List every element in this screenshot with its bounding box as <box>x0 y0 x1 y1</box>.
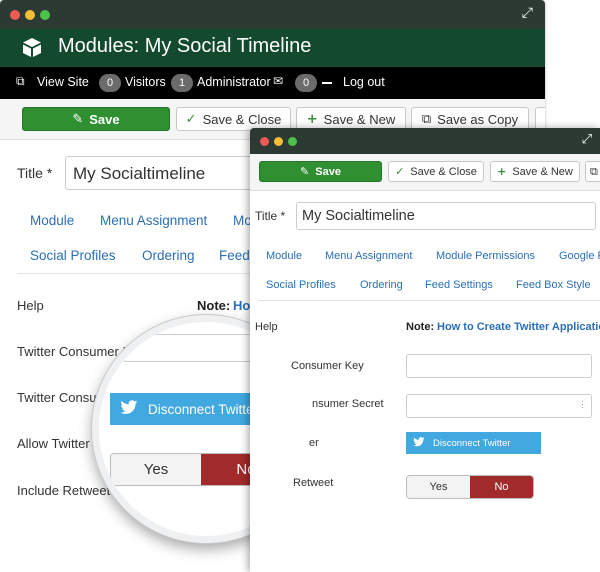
check-icon: ✓ <box>185 111 197 127</box>
minimize-dot[interactable] <box>25 10 35 20</box>
close-dot[interactable] <box>260 137 269 146</box>
tab-module[interactable]: Module <box>266 250 302 262</box>
plus-icon: + <box>497 165 507 178</box>
cube-icon <box>22 37 42 61</box>
title-label: Title * <box>17 165 53 181</box>
window-titlebar: ⤢ <box>0 0 545 29</box>
twitter-bird-icon <box>120 400 138 418</box>
save-button[interactable]: ✎ Save <box>22 107 170 131</box>
save-as-copy-button[interactable]: ⧉ <box>585 161 600 182</box>
allow-twitter-label: er <box>309 437 319 449</box>
resize-handle-icon: ⋮ <box>578 399 587 409</box>
admin-badge: 1 <box>171 74 193 92</box>
tabs-divider <box>17 273 252 274</box>
tab-menu-assignment[interactable]: Menu Assignment <box>325 250 412 262</box>
window-titlebar: ⤢ <box>250 128 600 154</box>
expand-icon[interactable]: ⤢ <box>582 132 592 147</box>
title-input-value: My Socialtimeline <box>73 164 206 183</box>
yes-option[interactable]: Yes <box>407 476 470 498</box>
help-label: Help <box>255 321 278 333</box>
retweet-toggle[interactable]: Yes No <box>406 475 534 499</box>
tab-social-profiles[interactable]: Social Profiles <box>30 248 116 263</box>
twitter-bird-icon <box>413 436 425 450</box>
edit-icon: ✎ <box>300 165 310 178</box>
tab-module[interactable]: Module <box>30 213 74 228</box>
tab-feed-settings[interactable]: Feed Settings <box>425 279 493 291</box>
consumer-secret-label: nsumer Secret <box>312 398 384 410</box>
consumer-key-label: Consumer Key <box>291 360 364 372</box>
plus-icon: + <box>306 111 318 127</box>
consumer-secret-input[interactable]: ⋮ <box>406 394 592 418</box>
logout-link[interactable]: Log out <box>343 75 385 89</box>
tab-module-permissions[interactable]: Mo <box>233 213 252 228</box>
save-button[interactable]: ✎ Save <box>259 161 382 182</box>
help-label: Help <box>17 298 44 313</box>
maximize-dot[interactable] <box>288 137 297 146</box>
visitors-label[interactable]: Visitors <box>125 75 166 89</box>
note-link[interactable]: Ho <box>233 298 250 313</box>
envelope-icon: ✉ <box>273 74 284 88</box>
tab-google[interactable]: Google F <box>559 250 600 262</box>
tabs-divider <box>258 300 600 301</box>
note-label: Note: <box>406 321 435 333</box>
external-link-icon[interactable]: ⧉ <box>16 74 25 89</box>
close-dot[interactable] <box>10 10 20 20</box>
save-close-button[interactable]: ✓ Save & Close <box>388 161 484 182</box>
tab-feed-box-style[interactable]: Feed Box Style <box>516 279 591 291</box>
front-window: ⤢ ✎ Save ✓ Save & Close + Save & New ⧉ T… <box>250 128 600 572</box>
no-option[interactable]: No <box>470 476 533 498</box>
minus-icon <box>322 82 332 84</box>
administrator-label[interactable]: Administrator <box>197 75 271 89</box>
visitors-badge: 0 <box>99 74 121 92</box>
maximize-dot[interactable] <box>40 10 50 20</box>
save-new-button[interactable]: + Save & New <box>490 161 580 182</box>
messages-badge[interactable]: 0 <box>295 74 317 92</box>
expand-icon[interactable]: ⤢ <box>522 5 533 21</box>
toolbar: ✎ Save ✓ Save & Close + Save & New ⧉ <box>250 154 600 191</box>
edit-icon: ✎ <box>72 111 84 127</box>
page-title: Modules: My Social Timeline <box>58 35 312 57</box>
check-icon: ✓ <box>395 165 405 178</box>
tab-ordering[interactable]: Ordering <box>142 248 195 263</box>
title-label: Title * <box>255 209 286 223</box>
tab-module-permissions[interactable]: Module Permissions <box>436 250 535 262</box>
view-site-link[interactable]: View Site <box>37 75 89 89</box>
tab-ordering[interactable]: Ordering <box>360 279 403 291</box>
copy-icon: ⧉ <box>421 111 432 127</box>
tab-feed-settings[interactable]: Feed <box>219 248 250 263</box>
title-input[interactable]: My Socialtimeline <box>296 202 596 230</box>
tab-menu-assignment[interactable]: Menu Assignment <box>100 213 207 228</box>
note-link[interactable]: How to Create Twitter Applicatio <box>437 321 600 333</box>
magnified-yes-option[interactable]: Yes <box>111 454 201 485</box>
allow-twitter-label: Allow Twitter <box>17 436 90 451</box>
admin-bar: ⧉ View Site 0 Visitors 1 Administrator ✉… <box>0 67 545 99</box>
note-label: Note: <box>197 298 231 313</box>
page-header: Modules: My Social Timeline <box>0 29 545 67</box>
include-retweet-label: Retweet <box>293 477 334 489</box>
disconnect-twitter-button[interactable]: Disconnect Twitter <box>406 432 541 454</box>
title-input[interactable]: My Socialtimeline <box>65 156 265 190</box>
consumer-key-label: Twitter Consumer K <box>17 344 132 359</box>
include-retweet-label: Include Retweet <box>17 483 111 498</box>
title-input-value: My Socialtimeline <box>302 208 415 224</box>
consumer-secret-label: Twitter Consu <box>17 390 97 405</box>
consumer-key-input[interactable] <box>406 354 592 378</box>
minimize-dot[interactable] <box>274 137 283 146</box>
tab-social-profiles[interactable]: Social Profiles <box>266 279 336 291</box>
copy-icon: ⧉ <box>590 164 598 178</box>
